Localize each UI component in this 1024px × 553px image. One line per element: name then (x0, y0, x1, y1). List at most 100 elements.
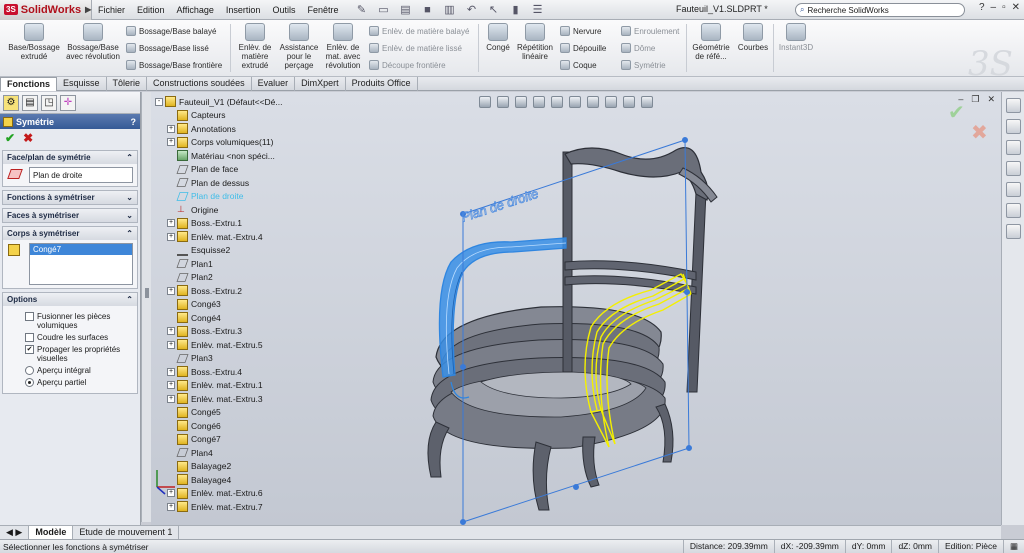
pin-icon[interactable]: ✎ (353, 3, 371, 16)
tab-evaluer[interactable]: Evaluer (252, 77, 296, 91)
collapse-icon[interactable]: ⌃ (126, 153, 133, 162)
solidworks-logo[interactable]: 3S SolidWorks ▶ (0, 0, 92, 20)
menu-fenetre[interactable]: Fenêtre (301, 5, 344, 15)
collapse-icon[interactable]: ⌃ (126, 295, 133, 304)
bossage-balaye-button[interactable]: Bossage/Base balayé (126, 26, 216, 36)
restore-icon[interactable]: ▫ (1002, 2, 1006, 13)
options-icon[interactable]: ☰ (529, 3, 547, 16)
option-coudre[interactable]: Coudre les surfaces (25, 333, 133, 342)
tab-nav-arrows-icon[interactable]: ◀ ▶ (0, 526, 30, 539)
select-icon[interactable]: ↖ (485, 3, 503, 16)
expand-icon[interactable]: ⌄ (126, 211, 133, 220)
dimxpert-manager-tab-icon[interactable]: ✛ (60, 94, 76, 111)
search-results-icon[interactable] (1005, 161, 1021, 176)
coudre-checkbox[interactable] (25, 333, 34, 342)
bossage-revolution-button[interactable]: Bossage/Base avec révolution (64, 23, 122, 61)
help-button[interactable]: ? (131, 117, 137, 127)
splitter-grip[interactable] (145, 288, 149, 298)
tab-etude-mouvement[interactable]: Etude de mouvement 1 (73, 526, 180, 539)
group-fonctions-header[interactable]: Fonctions à symétriser ⌄ (3, 191, 137, 204)
undo-icon[interactable]: ↶ (463, 3, 481, 16)
menu-affichage[interactable]: Affichage (171, 5, 220, 15)
design-library-icon[interactable] (1005, 119, 1021, 134)
depouille-button[interactable]: Dépouille (560, 43, 606, 53)
menu-edition[interactable]: Edition (131, 5, 171, 15)
group-options-header[interactable]: Options ⌃ (3, 293, 137, 306)
mirror-plane-field[interactable]: Plan de droite (29, 167, 133, 183)
enlev-lisse-button[interactable]: Enlèv. de matière lissé (369, 43, 462, 53)
collapse-icon[interactable]: ⌃ (126, 229, 133, 238)
decoupe-frontiere-button[interactable]: Découpe frontière (369, 60, 446, 70)
instant3d-button[interactable]: Instant3D (776, 23, 816, 52)
tab-modele[interactable]: Modèle (29, 526, 74, 539)
cancel-x-icon[interactable]: ✖ (23, 131, 33, 145)
close-icon[interactable]: ✕ (1012, 2, 1020, 13)
plane-handle[interactable] (682, 137, 688, 143)
apercu-partiel-radio[interactable] (25, 378, 34, 387)
bossage-lisse-button[interactable]: Bossage/Base lissé (126, 43, 209, 53)
view-palette-icon[interactable] (1005, 182, 1021, 197)
status-options-icon[interactable]: ▦ (1002, 539, 1024, 553)
chair-model[interactable]: Plan de droite (151, 92, 1001, 525)
conge-button[interactable]: Congé (481, 23, 515, 52)
group-corps-header[interactable]: Corps à symétriser ⌃ (3, 227, 137, 240)
dome-button[interactable]: Dôme (621, 43, 655, 53)
tab-fonctions[interactable]: Fonctions (0, 77, 57, 91)
property-manager-tab-icon[interactable]: ▤ (22, 94, 38, 111)
graphics-area[interactable]: - Fauteuil_V1 (Défaut<<Dé... Capteurs + Anno… (151, 92, 1001, 525)
bossage-frontiere-button[interactable]: Bossage/Base frontière (126, 60, 222, 70)
symetrie-button[interactable]: Symétrie (621, 60, 666, 70)
group-face-plan-header[interactable]: Face/plan de symétrie ⌃ (3, 151, 137, 164)
list-item[interactable]: Congé7 (30, 244, 132, 255)
search-input[interactable]: ⌕ Recherche SolidWorks (795, 3, 965, 17)
tab-produits-office[interactable]: Produits Office (346, 77, 418, 91)
help-icon[interactable]: ? (979, 2, 985, 13)
expand-icon[interactable]: ⌄ (126, 193, 133, 202)
feature-manager-tab-icon[interactable]: ⚙ (3, 94, 19, 111)
geometrie-reference-button[interactable]: Géométrie de réfé... (689, 23, 733, 61)
file-explorer-icon[interactable] (1005, 140, 1021, 155)
assistance-percage-button[interactable]: Assistance pour le perçage (277, 23, 321, 70)
base-bossage-extrude-button[interactable]: Base/Bossage extrudé (4, 23, 64, 61)
open-icon[interactable]: ▤ (397, 3, 415, 16)
plane-handle[interactable] (684, 289, 690, 295)
menu-fichier[interactable]: Fichier (92, 5, 131, 15)
plane-handle[interactable] (573, 484, 579, 490)
tab-dimxpert[interactable]: DimXpert (295, 77, 346, 91)
enlev-balaye-button[interactable]: Enlèv. de matière balayé (369, 26, 469, 36)
appearances-icon[interactable] (1005, 203, 1021, 218)
new-doc-icon[interactable]: ▭ (375, 3, 393, 16)
save-icon[interactable]: ■ (419, 4, 437, 16)
menu-outils[interactable]: Outils (266, 5, 301, 15)
enlev-extrude-button[interactable]: Enlèv. de matière extrudé (233, 23, 277, 70)
coque-button[interactable]: Coque (560, 60, 597, 70)
menu-insertion[interactable]: Insertion (220, 5, 267, 15)
tab-constructions-soudees[interactable]: Constructions soudées (147, 77, 252, 91)
tab-esquisse[interactable]: Esquisse (57, 77, 107, 91)
apercu-integral-radio[interactable] (25, 366, 34, 375)
plane-handle[interactable] (460, 519, 466, 525)
option-fusionner[interactable]: Fusionner les pièces volumiques (25, 312, 133, 330)
tab-tolerie[interactable]: Tôlerie (107, 77, 148, 91)
minimize-icon[interactable]: – (991, 2, 997, 13)
group-faces-header[interactable]: Faces à symétriser ⌄ (3, 209, 137, 222)
plane-handle[interactable] (686, 445, 692, 451)
propager-checkbox[interactable]: ✔ (25, 345, 34, 354)
option-apercu-partiel[interactable]: Aperçu partiel (25, 378, 133, 387)
enlev-revolution-button[interactable]: Enlèv. de mat. avec révolution (321, 23, 365, 70)
bodies-list[interactable]: Congé7 (29, 243, 133, 285)
rebuild-icon[interactable]: ▮ (507, 3, 525, 16)
courbes-button[interactable]: Courbes (735, 23, 771, 52)
print-icon[interactable]: ▥ (441, 3, 459, 16)
enroulement-button[interactable]: Enroulement (621, 26, 679, 36)
custom-properties-icon[interactable] (1005, 224, 1021, 239)
plane-handle[interactable] (460, 364, 466, 370)
repetition-lineaire-button[interactable]: Répétition linéaire (515, 23, 555, 61)
configuration-manager-tab-icon[interactable]: ◳ (41, 94, 57, 111)
fusionner-checkbox[interactable] (25, 312, 34, 321)
nervure-button[interactable]: Nervure (560, 26, 601, 36)
option-propager[interactable]: ✔ Propager les propriétés visuelles (25, 345, 133, 363)
ok-check-icon[interactable]: ✔ (5, 131, 15, 145)
resources-icon[interactable] (1005, 98, 1021, 113)
panel-splitter[interactable] (141, 92, 151, 522)
